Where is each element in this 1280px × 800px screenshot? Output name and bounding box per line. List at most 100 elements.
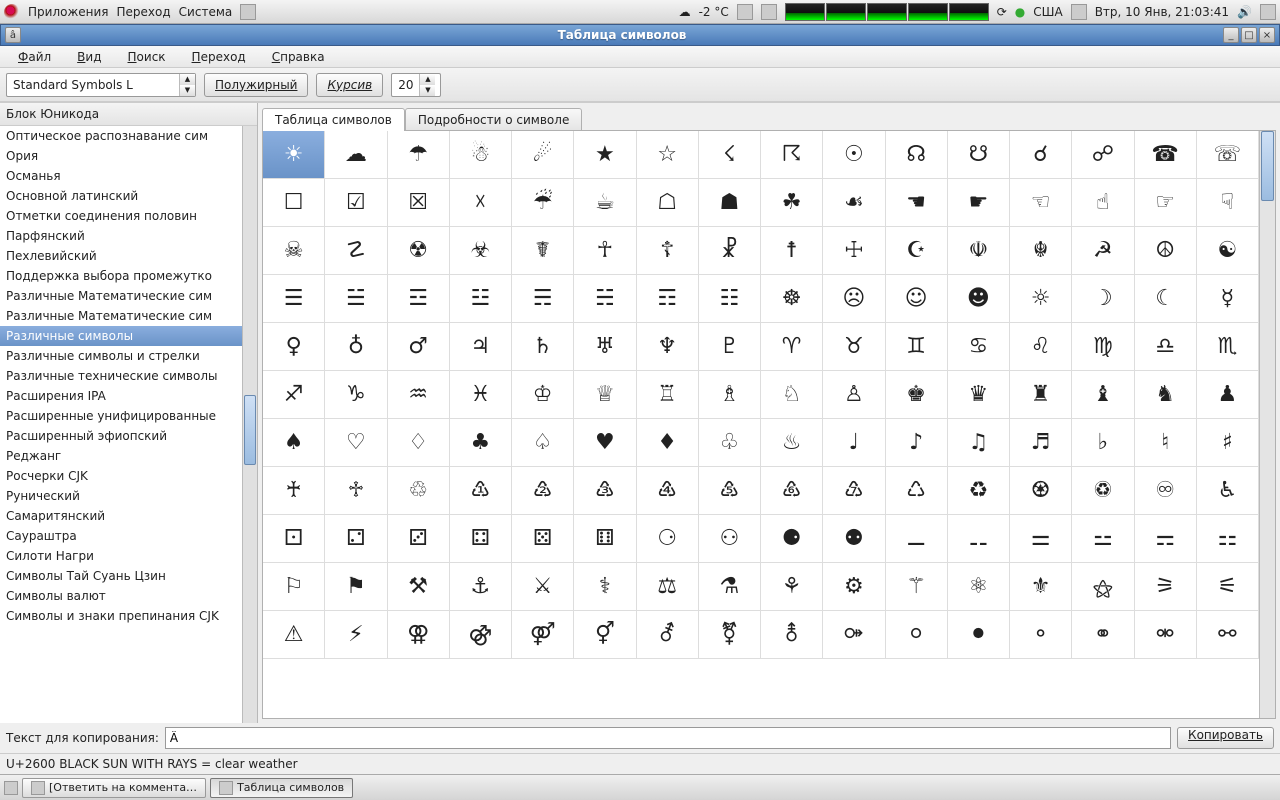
character-cell[interactable]: ♜	[1010, 371, 1072, 419]
character-cell[interactable]: ⚎	[1135, 515, 1197, 563]
character-cell[interactable]: ♬	[1010, 419, 1072, 467]
character-cell[interactable]: ⚜	[1010, 563, 1072, 611]
character-cell[interactable]: ♎	[1135, 323, 1197, 371]
character-cell[interactable]: ☂	[388, 131, 450, 179]
character-cell[interactable]: ☔	[512, 179, 574, 227]
character-cell[interactable]: ☭	[1072, 227, 1134, 275]
sidebar-item[interactable]: Росчерки CJK	[0, 466, 257, 486]
character-cell[interactable]: ♂	[388, 323, 450, 371]
sidebar-item[interactable]: Символы Тай Суань Цзин	[0, 566, 257, 586]
character-cell[interactable]: ⚋	[948, 515, 1010, 563]
menu-help[interactable]: Справка	[260, 48, 337, 66]
character-cell[interactable]: ♩	[823, 419, 885, 467]
character-cell[interactable]: ⚆	[637, 515, 699, 563]
tab-character-details[interactable]: Подробности о символе	[405, 108, 582, 131]
character-cell[interactable]: ♭	[1072, 419, 1134, 467]
character-cell[interactable]: ☿	[1197, 275, 1259, 323]
character-cell[interactable]: ♍	[1072, 323, 1134, 371]
character-cell[interactable]: ♪	[886, 419, 948, 467]
character-cell[interactable]: ☶	[637, 275, 699, 323]
character-cell[interactable]: ♮	[1135, 419, 1197, 467]
character-cell[interactable]: ☜	[1010, 179, 1072, 227]
character-cell[interactable]: ♣	[450, 419, 512, 467]
character-cell[interactable]: ☇	[699, 131, 761, 179]
character-cell[interactable]: ♰	[263, 467, 325, 515]
sidebar-item[interactable]: Различные Математические сим	[0, 306, 257, 326]
character-cell[interactable]: ☤	[512, 227, 574, 275]
character-cell[interactable]: ☐	[263, 179, 325, 227]
character-cell[interactable]: ⚟	[1197, 563, 1259, 611]
character-cell[interactable]: ☾	[1135, 275, 1197, 323]
character-cell[interactable]: ⚉	[823, 515, 885, 563]
sidebar-item[interactable]: Парфянский	[0, 226, 257, 246]
grid-scrollbar[interactable]	[1259, 131, 1275, 718]
character-cell[interactable]: ⚯	[1197, 611, 1259, 659]
character-cell[interactable]: ♴	[512, 467, 574, 515]
character-cell[interactable]: ⚈	[761, 515, 823, 563]
character-cell[interactable]: ♧	[699, 419, 761, 467]
character-cell[interactable]: ☒	[388, 179, 450, 227]
character-cell[interactable]: ♘	[761, 371, 823, 419]
copy-button[interactable]: Копировать	[1177, 727, 1274, 749]
character-cell[interactable]: ♑	[325, 371, 387, 419]
sidebar-item[interactable]: Символы валют	[0, 586, 257, 606]
character-cell[interactable]: ⚩	[823, 611, 885, 659]
character-cell[interactable]: ☎	[1135, 131, 1197, 179]
character-cell[interactable]: ⚊	[886, 515, 948, 563]
character-cell[interactable]: ♱	[325, 467, 387, 515]
character-cell[interactable]: ♊	[886, 323, 948, 371]
character-cell[interactable]: ☠	[263, 227, 325, 275]
character-cell[interactable]: ☮	[1135, 227, 1197, 275]
character-cell[interactable]: ♆	[637, 323, 699, 371]
applet-icon[interactable]	[737, 4, 753, 20]
character-cell[interactable]: ♅	[574, 323, 636, 371]
character-cell[interactable]: ☫	[948, 227, 1010, 275]
character-cell[interactable]: ☑	[325, 179, 387, 227]
character-cell[interactable]: ☀	[263, 131, 325, 179]
character-cell[interactable]: ☊	[886, 131, 948, 179]
menu-go[interactable]: Переход	[180, 48, 258, 66]
character-cell[interactable]: ☉	[823, 131, 885, 179]
character-cell[interactable]: ☋	[948, 131, 1010, 179]
sidebar-item[interactable]: Символы и знаки препинания CJK	[0, 606, 257, 626]
character-cell[interactable]: ☽	[1072, 275, 1134, 323]
character-cell[interactable]: ☈	[761, 131, 823, 179]
character-cell[interactable]: ☟	[1197, 179, 1259, 227]
clock[interactable]: Втр, 10 Янв, 21:03:41	[1095, 5, 1229, 19]
window-titlebar[interactable]: â Таблица символов _ □ ×	[0, 24, 1280, 46]
character-cell[interactable]: ⚌	[1010, 515, 1072, 563]
character-cell[interactable]: ♠	[263, 419, 325, 467]
applet-icon-2[interactable]	[761, 4, 777, 20]
character-cell[interactable]: ⚖	[637, 563, 699, 611]
character-cell[interactable]: ♳	[450, 467, 512, 515]
character-cell[interactable]: ☪	[886, 227, 948, 275]
sidebar-item[interactable]: Реджанг	[0, 446, 257, 466]
character-cell[interactable]: ☨	[761, 227, 823, 275]
character-cell[interactable]: ⚐	[263, 563, 325, 611]
character-cell[interactable]: ⚏	[1197, 515, 1259, 563]
character-cell[interactable]: ☝	[1072, 179, 1134, 227]
sidebar-list[interactable]: Оптическое распознавание симОрияОсманьяО…	[0, 126, 257, 723]
character-cell[interactable]: ♔	[512, 371, 574, 419]
close-button[interactable]: ×	[1259, 27, 1275, 43]
character-cell[interactable]: ⚑	[325, 563, 387, 611]
italic-button[interactable]: Курсив	[316, 73, 383, 97]
sidebar-item[interactable]: Оптическое распознавание сим	[0, 126, 257, 146]
character-cell[interactable]: ⚦	[637, 611, 699, 659]
character-cell[interactable]: ♷	[699, 467, 761, 515]
character-cell[interactable]: ♲	[388, 467, 450, 515]
panel-menu-system[interactable]: Система	[179, 5, 233, 19]
character-cell[interactable]: ☵	[574, 275, 636, 323]
character-cell[interactable]: ♼	[1010, 467, 1072, 515]
character-cell[interactable]: ♹	[823, 467, 885, 515]
character-cell[interactable]: ⚝	[1072, 563, 1134, 611]
character-cell[interactable]: ☖	[637, 179, 699, 227]
character-cell[interactable]: ☛	[948, 179, 1010, 227]
scrollbar-thumb[interactable]	[244, 395, 256, 465]
tab-character-table[interactable]: Таблица символов	[262, 108, 405, 131]
character-cell[interactable]: ⚛	[948, 563, 1010, 611]
font-combo[interactable]: Standard Symbols L ▲▼	[6, 73, 196, 97]
character-cell[interactable]: ♇	[699, 323, 761, 371]
character-cell[interactable]: ☣	[450, 227, 512, 275]
character-cell[interactable]: ☓	[450, 179, 512, 227]
